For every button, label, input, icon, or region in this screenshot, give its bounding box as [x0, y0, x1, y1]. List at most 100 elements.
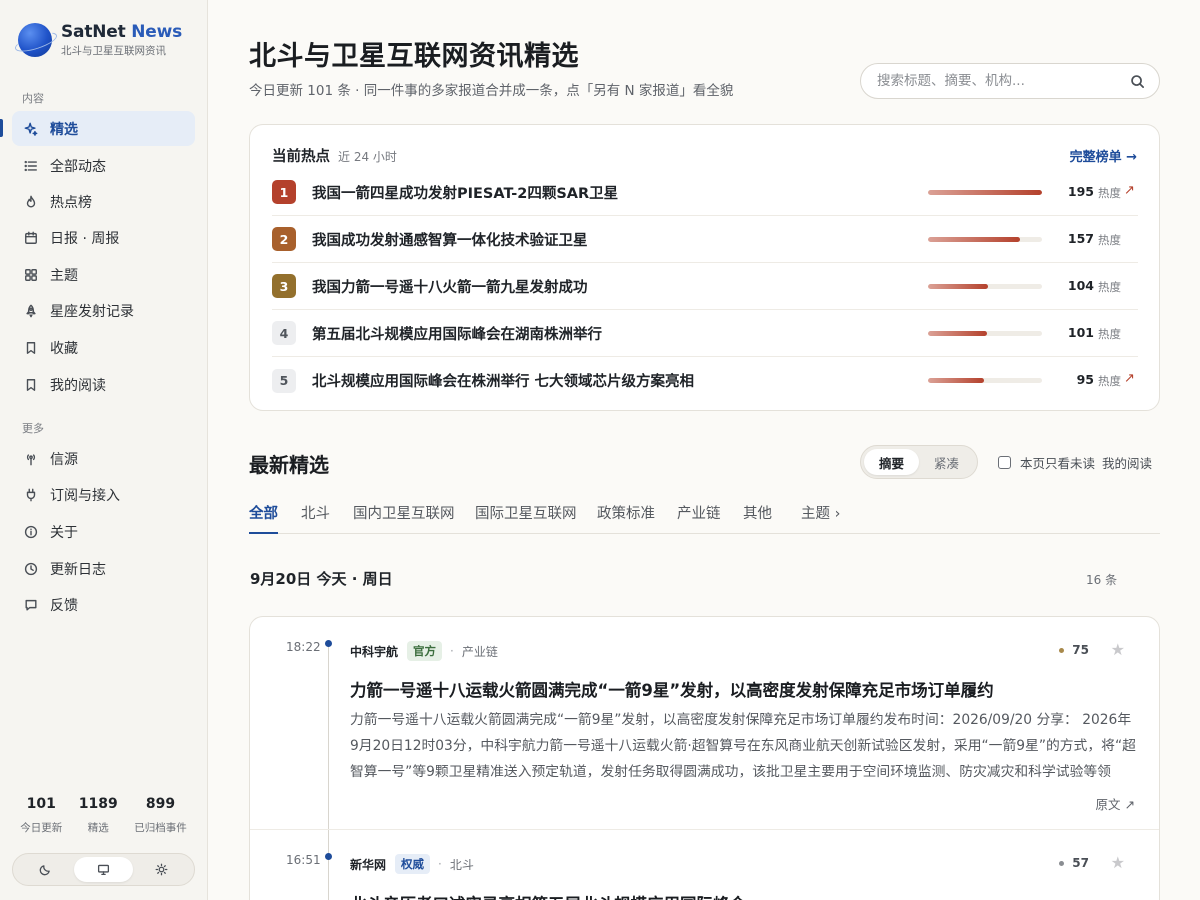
unread-only-toggle[interactable]: 本页只看未读: [998, 453, 1095, 472]
section-title: 最新精选: [249, 453, 329, 477]
sidebar-item-favorites[interactable]: 收藏: [12, 330, 195, 365]
search-input[interactable]: [877, 73, 1117, 89]
sidebar-item-about[interactable]: 关于: [12, 514, 195, 549]
hot-row-title[interactable]: 我国成功发射通感智算一体化技术验证卫星: [312, 229, 902, 250]
sidebar-item-label: 收藏: [50, 340, 78, 357]
theme-system-button[interactable]: [74, 857, 133, 882]
theme-light-button[interactable]: [133, 857, 191, 882]
score-dot: [1059, 647, 1065, 653]
rank-badge: 1: [272, 180, 296, 204]
hot-range: 近 24 小时: [338, 150, 397, 164]
hot-row-title[interactable]: 北斗规模应用国际峰会在株洲举行 七大领域芯片级方案亮相: [312, 370, 902, 391]
item-category[interactable]: 产业链: [462, 643, 498, 660]
tab-all[interactable]: 全部: [249, 502, 278, 534]
sidebar-stats: 101 今日更新 1189 精选 899 已归档事件: [12, 796, 195, 835]
stat-today: 101 今日更新: [20, 796, 63, 834]
heat-bar: [928, 331, 1042, 336]
tab-domestic[interactable]: 国内卫星互联网: [353, 502, 455, 534]
item-badge: 官方: [407, 641, 443, 661]
heat-bar: [928, 237, 1042, 242]
sidebar-item-digest[interactable]: 日报 · 周报: [12, 220, 195, 255]
sidebar-item-sources[interactable]: 信源: [12, 441, 195, 476]
brand-name: SatNet News: [61, 22, 183, 42]
brand-logo[interactable]: SatNet News 北斗与卫星互联网资讯: [18, 22, 182, 58]
sidebar-item-changelog[interactable]: 更新日志: [12, 551, 195, 586]
hot-row-title[interactable]: 我国一箭四星成功发射PIESAT-2四颗SAR卫星: [312, 182, 902, 203]
tab-international[interactable]: 国际卫星互联网: [475, 502, 577, 534]
heat-bar: [928, 378, 1042, 383]
unread-checkbox[interactable]: [998, 456, 1011, 469]
hot-row[interactable]: 5 北斗规模应用国际峰会在株洲举行 七大领域芯片级方案亮相 95 热度 ↗: [272, 357, 1138, 404]
bookmark-icon: [24, 378, 38, 392]
item-meta: 新华网 权威 · 北斗: [350, 854, 474, 874]
item-source[interactable]: 新华网: [350, 856, 386, 873]
hot-row-title[interactable]: 我国力箭一号遥十八火箭一箭九星发射成功: [312, 276, 902, 297]
tab-industry[interactable]: 产业链: [677, 502, 721, 534]
view-summary-button[interactable]: 摘要: [864, 449, 919, 475]
tab-other[interactable]: 其他: [743, 502, 772, 534]
sidebar-item-label: 星座发射记录: [50, 303, 134, 320]
message-icon: [24, 598, 38, 612]
star-icon[interactable]: ★: [1111, 853, 1125, 872]
heat-score: 95: [1076, 372, 1094, 387]
sidebar-item-subscribe[interactable]: 订阅与接入: [12, 477, 195, 512]
sidebar-item-launches[interactable]: 星座发射记录: [12, 293, 195, 328]
view-compact-button[interactable]: 紧凑: [919, 449, 974, 475]
sun-icon: [155, 863, 168, 876]
item-category[interactable]: 北斗: [450, 856, 474, 873]
item-score: 57: [1059, 856, 1089, 870]
view-toggle: 摘要 紧凑: [860, 445, 978, 479]
timeline-line: [328, 643, 329, 900]
stat-featured: 1189 精选: [78, 796, 118, 834]
score-dot: [1059, 860, 1065, 866]
plug-icon: [24, 488, 38, 502]
sidebar-item-label: 更新日志: [50, 561, 106, 578]
tab-topics[interactable]: 主题 ›: [801, 502, 840, 534]
sidebar-item-label: 热点榜: [50, 194, 92, 211]
hot-row[interactable]: 1 我国一箭四星成功发射PIESAT-2四颗SAR卫星 195 热度 ↗: [272, 169, 1138, 216]
hot-row[interactable]: 4 第五届北斗规模应用国际峰会在湖南株洲举行 101 热度: [272, 310, 1138, 357]
hot-row[interactable]: 2 我国成功发射通感智算一体化技术验证卫星 157 热度: [272, 216, 1138, 263]
heat-bar: [928, 284, 1042, 289]
sidebar: SatNet News 北斗与卫星互联网资讯 内容 精选 全部动态 热点榜 日报…: [0, 0, 208, 900]
antenna-icon: [24, 452, 38, 466]
stat-archived: 899 已归档事件: [134, 796, 187, 834]
hot-row[interactable]: 3 我国力箭一号遥十八火箭一箭九星发射成功 104 热度: [272, 263, 1138, 310]
timeline-dot: [325, 853, 332, 860]
star-icon[interactable]: ★: [1111, 640, 1125, 659]
item-source[interactable]: 中科宇航: [350, 643, 398, 660]
sidebar-item-topics[interactable]: 主题: [12, 257, 195, 292]
moon-icon: [39, 865, 50, 876]
bookmark-icon: [24, 341, 38, 355]
sidebar-item-label: 订阅与接入: [50, 487, 120, 504]
hot-row-title[interactable]: 第五届北斗规模应用国际峰会在湖南株洲举行: [312, 323, 902, 344]
rocket-icon: [24, 304, 38, 318]
sidebar-item-my-reading[interactable]: 我的阅读: [12, 367, 195, 402]
item-title[interactable]: 北斗亲历者口述实录亮相第五届北斗规模应用国际峰会: [350, 891, 1140, 900]
tab-beidou[interactable]: 北斗: [301, 502, 330, 534]
sidebar-item-label: 日报 · 周报: [50, 230, 120, 247]
sparkle-icon: [24, 122, 38, 136]
info-icon: [24, 525, 38, 539]
tab-policy[interactable]: 政策标准: [597, 502, 655, 534]
my-reading-link[interactable]: 我的阅读: [1102, 453, 1152, 472]
item-title[interactable]: 力箭一号遥十八运载火箭圆满完成“一箭9星”发射，以高密度发射保障充足市场订单履约: [350, 677, 1140, 701]
list-icon: [24, 159, 38, 173]
heat-score: 157: [1067, 231, 1094, 246]
sidebar-item-hot[interactable]: 热点榜: [12, 184, 195, 219]
search-icon[interactable]: [1130, 74, 1145, 93]
theme-dark-button[interactable]: [16, 857, 74, 882]
sidebar-item-all[interactable]: 全部动态: [12, 148, 195, 183]
sidebar-item-label: 我的阅读: [50, 377, 106, 394]
original-link[interactable]: 原文 ↗: [1096, 794, 1135, 813]
sidebar-item-feedback[interactable]: 反馈: [12, 587, 195, 622]
sidebar-item-label: 精选: [50, 121, 78, 138]
hot-header: 当前热点 近 24 小时: [272, 145, 397, 166]
grid-icon: [24, 268, 38, 282]
sidebar-item-label: 反馈: [50, 597, 78, 614]
rank-badge: 5: [272, 368, 296, 393]
sidebar-item-featured[interactable]: 精选: [12, 111, 195, 146]
heat-score: 104: [1067, 278, 1094, 293]
full-ranking-link[interactable]: 完整榜单 →: [1070, 146, 1137, 165]
sidebar-item-label: 信源: [50, 451, 78, 468]
